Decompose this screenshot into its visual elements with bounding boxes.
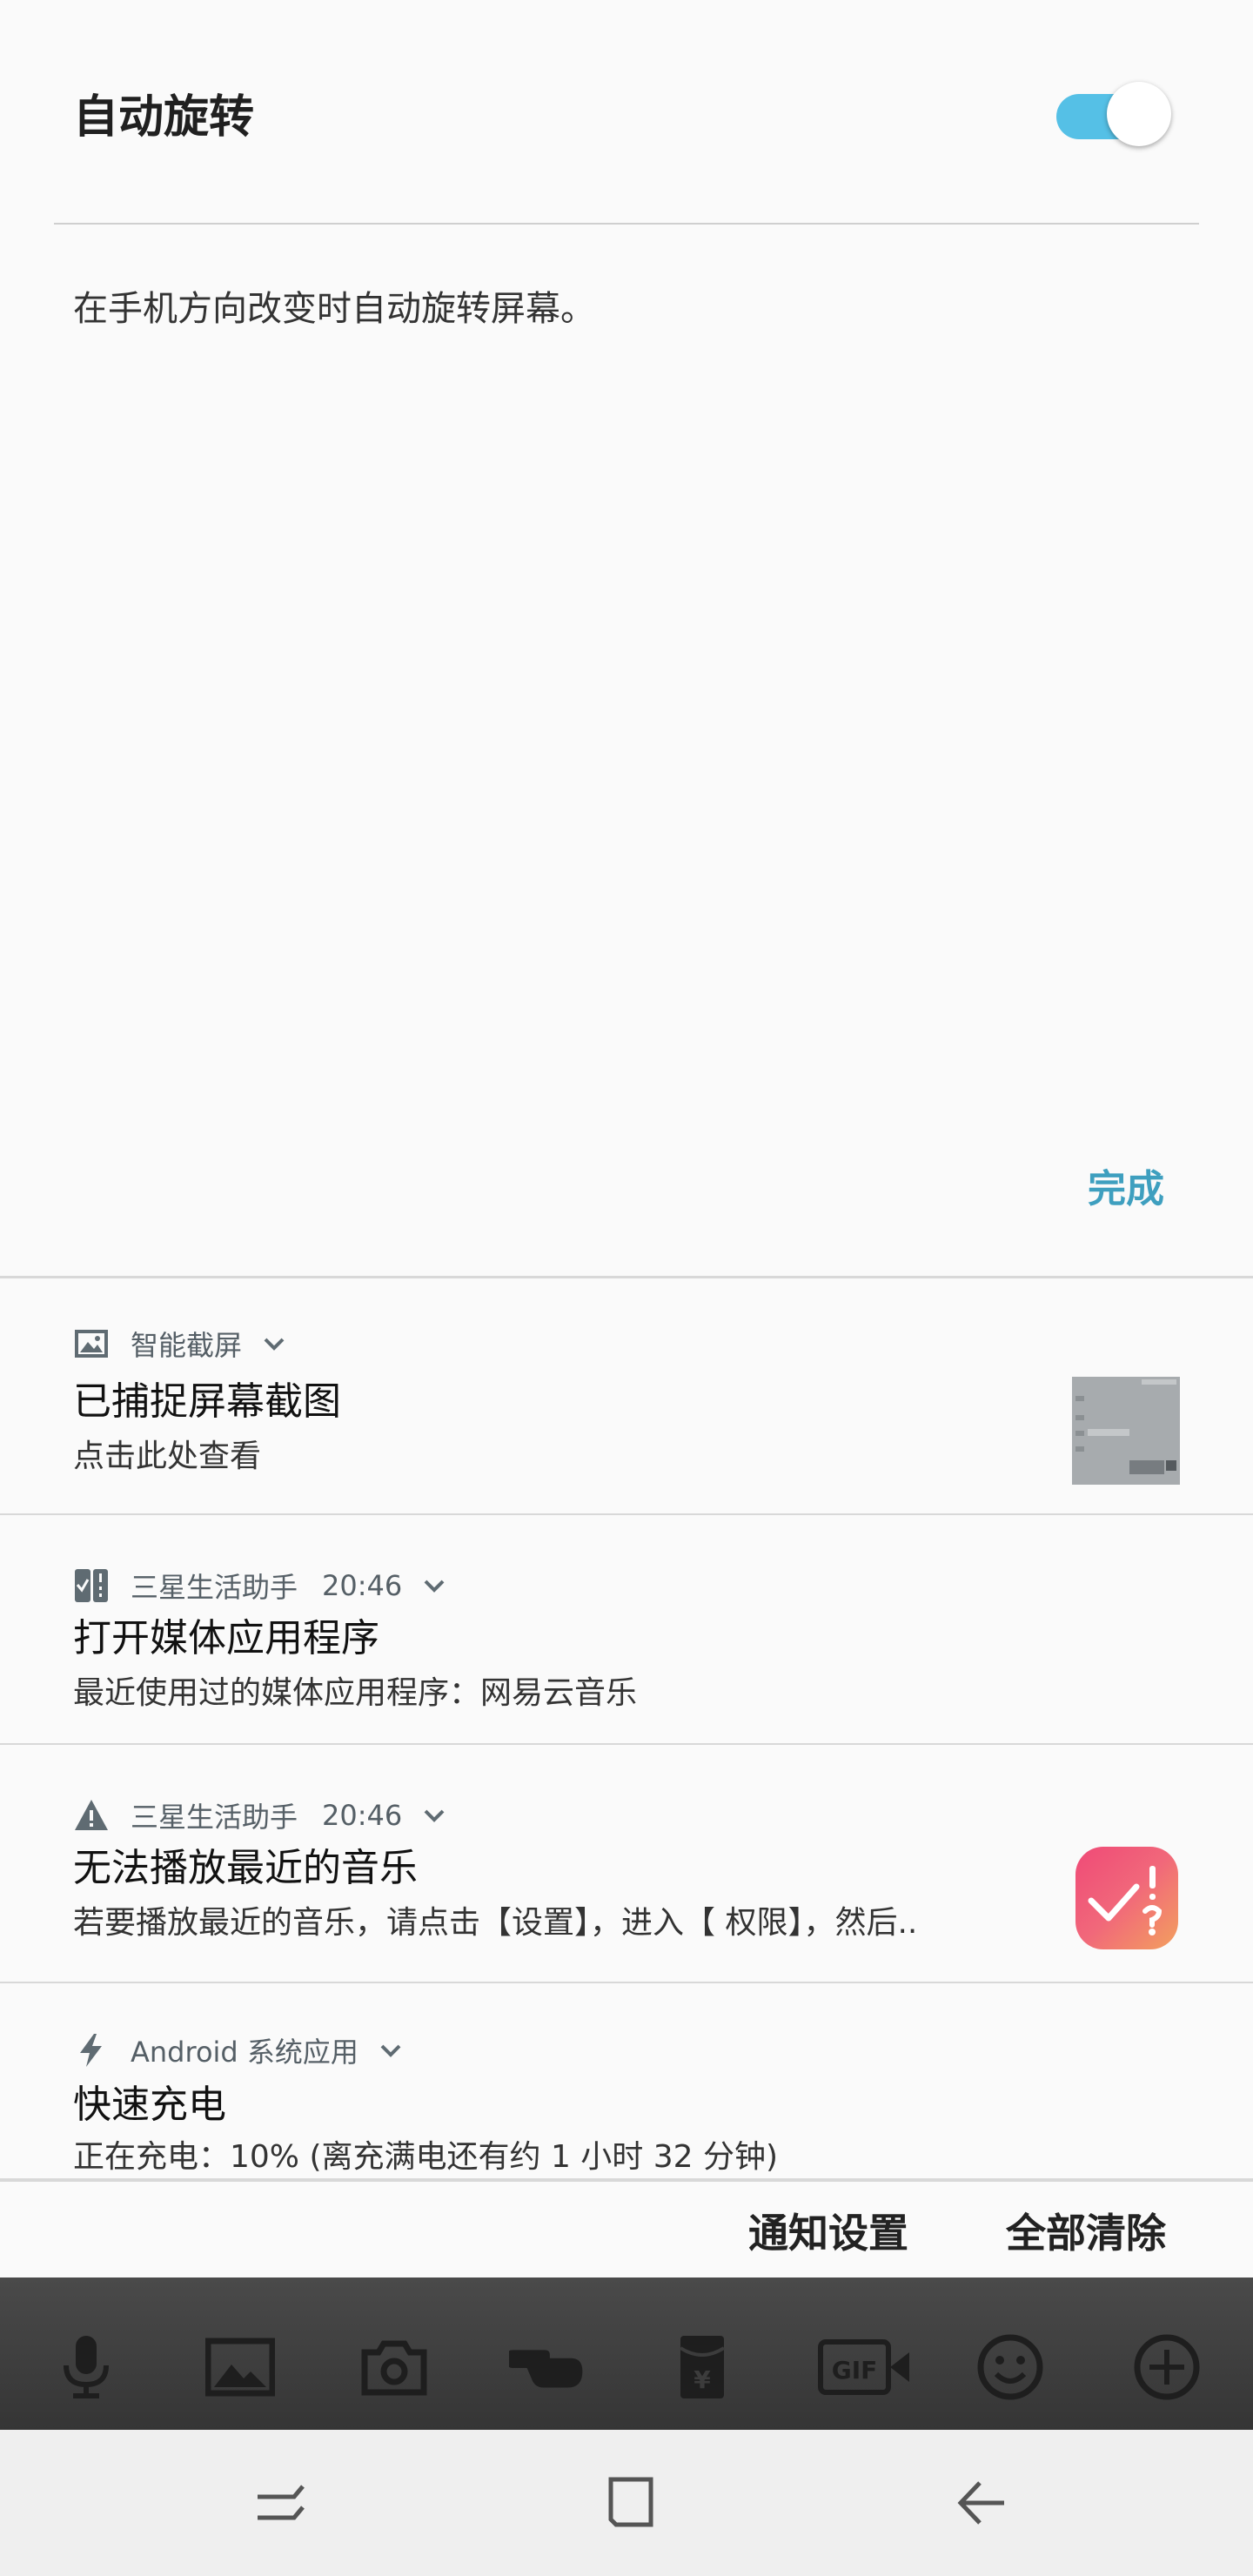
notification-title: 快速充电 <box>73 2083 226 2127</box>
notification-app-name: 三星生活助手 <box>131 1801 298 1834</box>
chevron-down-icon[interactable] <box>376 2036 405 2065</box>
microphone-icon[interactable] <box>47 2332 125 2402</box>
bolt-icon <box>73 2032 110 2069</box>
poke-icon[interactable] <box>509 2332 587 2402</box>
clear-all-button[interactable]: 全部清除 <box>1006 2202 1166 2259</box>
notification-fast-charging[interactable]: Android 系统应用 快速充电 正在充电：10% (离充满电还有约 1 小时… <box>0 1983 1253 2180</box>
gif-icon[interactable]: GIF <box>817 2332 913 2402</box>
svg-text:GIF: GIF <box>832 2356 878 2385</box>
red-packet-icon[interactable]: ¥ <box>663 2332 741 2402</box>
panel-description: 在手机方向改变时自动旋转屏幕。 <box>73 289 595 329</box>
svg-text:¥: ¥ <box>694 2365 711 2394</box>
camera-icon[interactable] <box>355 2332 433 2402</box>
add-icon[interactable] <box>1128 2332 1206 2402</box>
notification-screenshot[interactable]: 智能截屏 已捕捉屏幕截图 点击此处查看 <box>0 1278 1253 1515</box>
recent-apps-icon[interactable] <box>240 2468 318 2538</box>
screenshot-thumbnail[interactable] <box>1072 1377 1180 1485</box>
notification-music-error[interactable]: 三星生活助手 20:46 无法播放最近的音乐 若要播放最近的音乐，请点击【设置】… <box>0 1745 1253 1983</box>
chevron-down-icon[interactable] <box>419 1801 449 1830</box>
notification-text: 正在充电：10% (离充满电还有约 1 小时 32 分钟) <box>73 2139 779 2175</box>
notification-text: 点击此处查看 <box>73 1439 262 1474</box>
emoji-icon[interactable] <box>971 2332 1049 2402</box>
panel-divider <box>54 223 1199 225</box>
checklist-icon <box>73 1567 110 1604</box>
notification-time: 20:46 <box>322 1799 403 1832</box>
notification-title: 无法播放最近的音乐 <box>73 1846 418 1890</box>
back-icon[interactable] <box>941 2468 1020 2538</box>
chevron-down-icon[interactable] <box>419 1571 449 1600</box>
chat-toolbar <box>0 2277 1253 2430</box>
notification-app-name: Android 系统应用 <box>131 2036 358 2069</box>
auto-rotate-panel <box>0 0 1253 1276</box>
notification-text: 若要播放最近的音乐，请点击【设置】，进入【 权限】，然后.. <box>73 1905 918 1941</box>
warning-icon <box>73 1797 110 1834</box>
image-icon <box>73 1325 110 1362</box>
done-button[interactable]: 完成 <box>1088 1157 1164 1213</box>
home-icon[interactable] <box>592 2468 670 2538</box>
notification-app-name: 智能截屏 <box>131 1329 243 1362</box>
notification-title: 打开媒体应用程序 <box>73 1616 379 1660</box>
notification-media-app[interactable]: 三星生活助手 20:46 打开媒体应用程序 最近使用过的媒体应用程序：网易云音乐 <box>0 1515 1253 1745</box>
panel-title: 自动旋转 <box>73 91 255 144</box>
toggle-knob[interactable] <box>1107 82 1171 146</box>
chevron-down-icon[interactable] <box>259 1329 289 1358</box>
notification-settings-button[interactable]: 通知设置 <box>748 2202 908 2259</box>
notification-text: 最近使用过的媒体应用程序：网易云音乐 <box>73 1675 638 1711</box>
notification-title: 已捕捉屏幕截图 <box>73 1379 341 1424</box>
image-icon[interactable] <box>201 2332 279 2402</box>
samsung-life-assistant-icon <box>1075 1847 1178 1949</box>
notification-time: 20:46 <box>322 1569 403 1602</box>
notification-app-name: 三星生活助手 <box>131 1571 298 1604</box>
